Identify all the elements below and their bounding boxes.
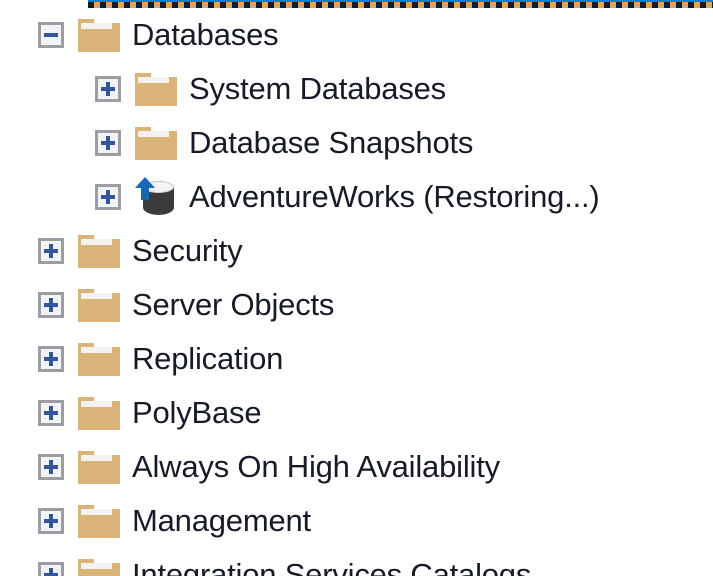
tree-row[interactable]: Databases (0, 8, 713, 62)
tree-row[interactable]: AdventureWorks (Restoring...) (0, 170, 713, 224)
tree-row[interactable]: Management (0, 494, 713, 548)
tree-row[interactable]: Replication (0, 332, 713, 386)
tree-row-label: Databases (132, 17, 279, 52)
expander-vertical-bar (106, 136, 110, 150)
tree-row[interactable]: PolyBase (0, 386, 713, 440)
folder-icon (135, 72, 177, 106)
expander-expand-icon[interactable] (38, 508, 64, 534)
folder-icon (78, 288, 120, 322)
expander-expand-icon[interactable] (95, 76, 121, 102)
expander-collapse-icon[interactable] (38, 22, 64, 48)
tree-row[interactable]: Server Objects (0, 278, 713, 332)
expander-vertical-bar (49, 514, 53, 528)
restore-arrow-icon (135, 177, 155, 201)
folder-icon (78, 504, 120, 538)
tree-row-label: System Databases (189, 71, 446, 106)
expander-expand-icon[interactable] (38, 454, 64, 480)
tree-row[interactable]: System Databases (0, 62, 713, 116)
tree-row-label: Server Objects (132, 287, 335, 322)
folder-icon (78, 342, 120, 376)
tree-row-label: Integration Services Catalogs (132, 557, 532, 576)
tree-row[interactable]: Security (0, 224, 713, 278)
expander-expand-icon[interactable] (95, 130, 121, 156)
folder-flap (81, 562, 112, 569)
expander-vertical-bar (49, 298, 53, 312)
expander-expand-icon[interactable] (38, 346, 64, 372)
folder-icon (78, 558, 120, 576)
folder-icon (78, 234, 120, 268)
folder-flap (81, 22, 112, 29)
tree-row-label: Replication (132, 341, 284, 376)
folder-flap (138, 76, 169, 83)
expander-vertical-bar (49, 568, 53, 576)
expander-expand-icon[interactable] (38, 562, 64, 576)
tree-row[interactable]: Integration Services Catalogs (0, 548, 713, 576)
folder-icon (78, 450, 120, 484)
tree-row[interactable]: Database Snapshots (0, 116, 713, 170)
tree-row-selected-clipped[interactable] (0, 0, 713, 8)
expander-expand-icon[interactable] (38, 292, 64, 318)
folder-flap (81, 346, 112, 353)
object-explorer-tree[interactable]: Databases System Databases Database Snapsh… (0, 0, 713, 576)
folder-flap (81, 292, 112, 299)
tree-row-label: PolyBase (132, 395, 262, 430)
arrow-head (135, 177, 155, 188)
folder-flap (138, 130, 169, 137)
expander-vertical-bar (106, 82, 110, 96)
folder-icon (135, 126, 177, 160)
tree-row[interactable]: Always On High Availability (0, 440, 713, 494)
folder-icon (78, 18, 120, 52)
tree-row-label: Security (132, 233, 243, 268)
expander-vertical-bar (49, 460, 53, 474)
expander-expand-icon[interactable] (95, 184, 121, 210)
expander-vertical-bar (49, 244, 53, 258)
tree-row-label: AdventureWorks (Restoring...) (189, 179, 600, 214)
folder-flap (81, 400, 112, 407)
expander-expand-icon[interactable] (38, 238, 64, 264)
expander-vertical-bar (49, 352, 53, 366)
tree-row-label: Management (132, 503, 311, 538)
folder-flap (81, 508, 112, 515)
tree-row-label: Database Snapshots (189, 125, 474, 160)
expander-expand-icon[interactable] (38, 400, 64, 426)
expander-vertical-bar (106, 190, 110, 204)
tree-row-label: Always On High Availability (132, 449, 500, 484)
expander-vertical-bar (49, 406, 53, 420)
expander-horizontal-bar (44, 33, 58, 37)
folder-flap (81, 454, 112, 461)
folder-flap (81, 238, 112, 245)
database-restoring-icon (135, 177, 177, 217)
folder-icon (78, 396, 120, 430)
